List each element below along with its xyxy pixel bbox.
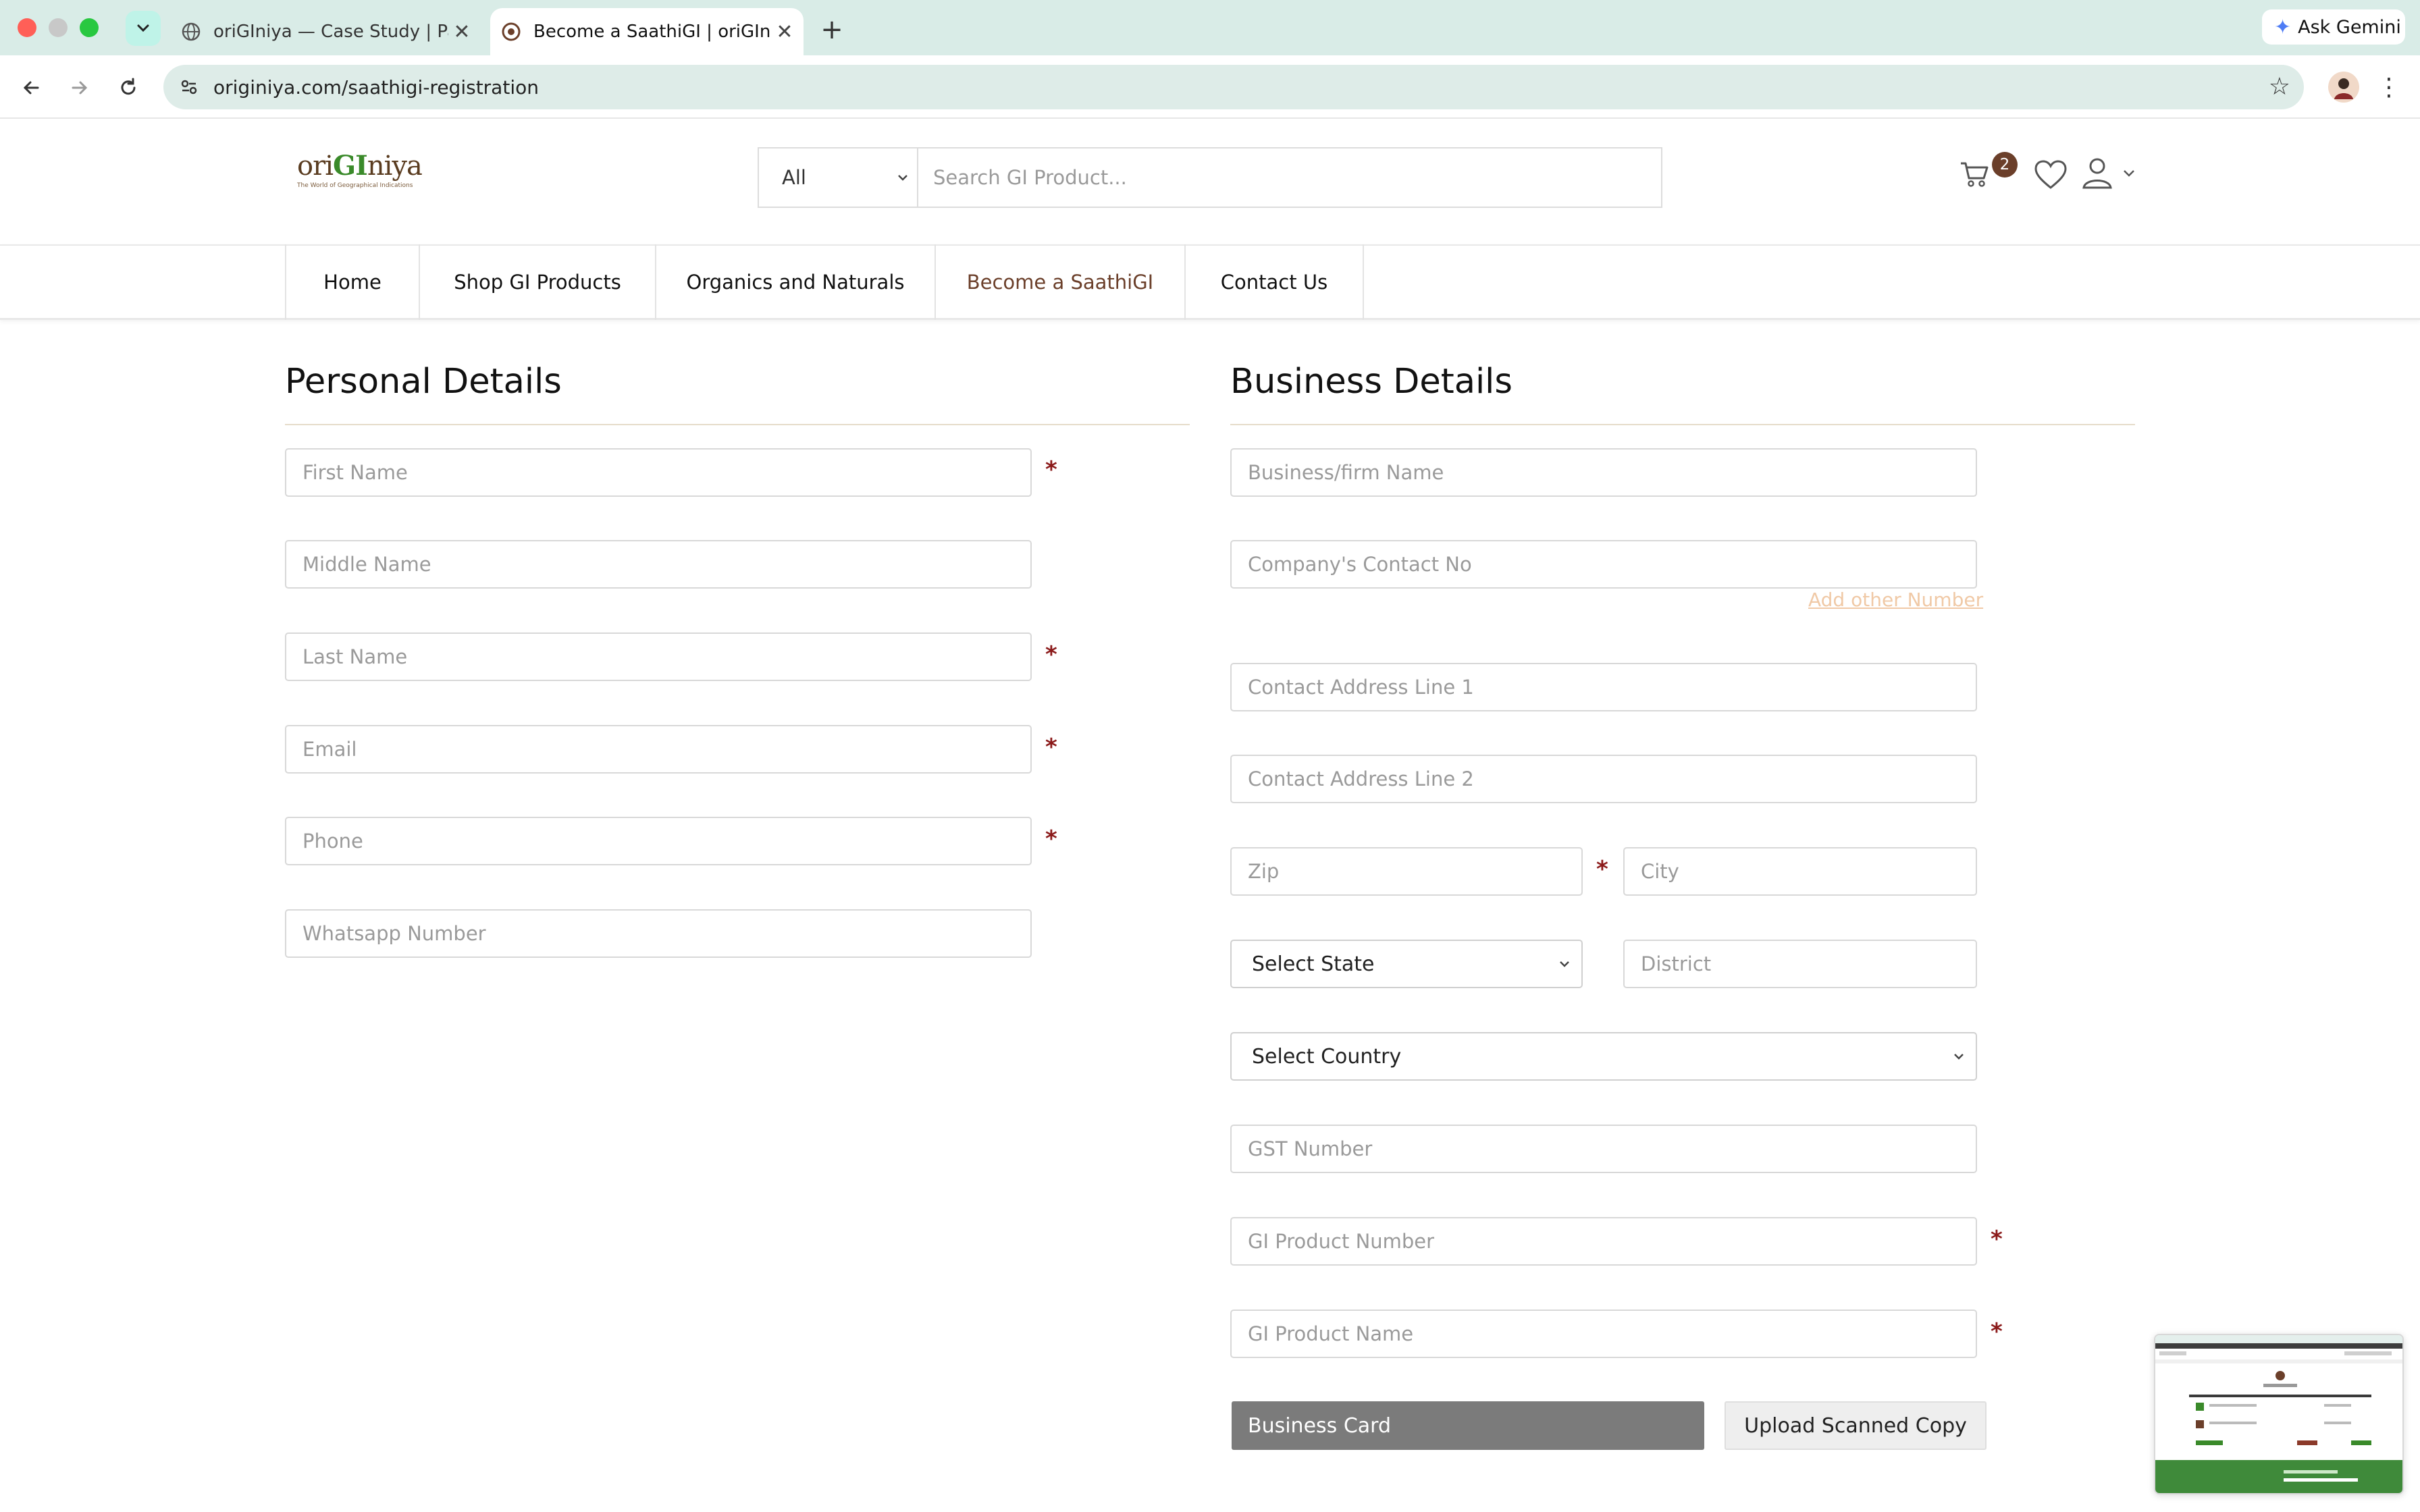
search-category-select[interactable]: All bbox=[758, 147, 917, 208]
state-select-value: Select State bbox=[1252, 952, 1375, 976]
section-divider bbox=[1230, 424, 2135, 425]
cart-count-badge: 2 bbox=[1992, 152, 2018, 178]
required-marker: * bbox=[1045, 456, 1057, 483]
close-tab-icon[interactable]: ✕ bbox=[771, 20, 798, 44]
logo-suffix: niya bbox=[367, 151, 423, 182]
chevron-down-icon bbox=[898, 175, 908, 181]
contact-address-line1-input[interactable] bbox=[1230, 663, 1977, 711]
new-tab-button[interactable]: + bbox=[816, 14, 848, 46]
nav-contact-us[interactable]: Contact Us bbox=[1184, 244, 1363, 320]
forward-button[interactable] bbox=[65, 73, 95, 103]
arrow-right-icon bbox=[72, 81, 88, 94]
globe-icon bbox=[182, 22, 201, 41]
gemini-sparkle-icon: ✦ bbox=[2274, 15, 2292, 39]
nav-organics-and-naturals[interactable]: Organics and Naturals bbox=[655, 244, 935, 320]
state-select[interactable]: Select State bbox=[1230, 940, 1583, 988]
required-marker: * bbox=[1045, 734, 1057, 761]
minimize-window-button[interactable] bbox=[49, 18, 68, 37]
city-input[interactable] bbox=[1623, 847, 1977, 896]
page-preview-thumbnail[interactable] bbox=[2154, 1334, 2404, 1494]
logo-highlight: GI bbox=[333, 150, 368, 182]
gi-product-number-input[interactable] bbox=[1230, 1217, 1977, 1266]
tab-title: oriGIniya — Case Study | Para bbox=[213, 22, 448, 42]
browser-menu-icon[interactable]: ⋮ bbox=[2377, 70, 2401, 104]
business-firm-name-input[interactable] bbox=[1230, 448, 1977, 497]
phone-input[interactable] bbox=[285, 817, 1032, 865]
reload-button[interactable] bbox=[113, 73, 143, 103]
contact-address-line2-input[interactable] bbox=[1230, 755, 1977, 803]
logo-prefix: ori bbox=[297, 151, 334, 182]
chevron-down-icon bbox=[1560, 961, 1569, 967]
back-button[interactable] bbox=[16, 73, 46, 103]
required-marker: * bbox=[1045, 641, 1057, 668]
chevron-down-icon bbox=[137, 24, 149, 32]
chevron-down-icon[interactable] bbox=[2120, 165, 2138, 182]
whatsapp-number-input[interactable] bbox=[285, 909, 1032, 958]
arrow-left-icon bbox=[23, 81, 39, 94]
ask-gemini-label: Ask Gemini bbox=[2298, 16, 2401, 38]
middle-name-input[interactable] bbox=[285, 540, 1032, 589]
reload-icon bbox=[121, 78, 136, 95]
personal-details-title: Personal Details bbox=[285, 362, 562, 402]
search-input[interactable] bbox=[917, 147, 1662, 208]
preview-image bbox=[2155, 1335, 2402, 1493]
add-other-number-link[interactable]: Add other Number bbox=[1808, 589, 1983, 611]
district-input[interactable] bbox=[1623, 940, 1977, 988]
close-tab-icon[interactable]: ✕ bbox=[448, 20, 475, 44]
url-text: originiya.com/saathigi-registration bbox=[213, 76, 539, 99]
chevron-down-icon bbox=[1954, 1054, 1964, 1060]
logo-tagline: The World of Geographical Indications bbox=[297, 182, 413, 189]
zip-input[interactable] bbox=[1230, 847, 1583, 896]
user-avatar-icon bbox=[2334, 78, 2353, 99]
section-divider bbox=[285, 424, 1190, 425]
last-name-input[interactable] bbox=[285, 632, 1032, 681]
required-marker: * bbox=[1596, 856, 1608, 883]
company-contact-number-input[interactable] bbox=[1230, 540, 1977, 589]
maximize-window-button[interactable] bbox=[80, 18, 99, 37]
country-select-value: Select Country bbox=[1252, 1044, 1402, 1069]
nav-become-saathigi[interactable]: Become a SaathiGI bbox=[935, 244, 1184, 320]
profile-avatar[interactable] bbox=[2328, 72, 2359, 103]
site-settings-icon[interactable] bbox=[177, 75, 201, 99]
ask-gemini-button[interactable]: ✦ Ask Gemini bbox=[2262, 9, 2405, 45]
gi-product-name-input[interactable] bbox=[1230, 1310, 1977, 1358]
upload-scanned-copy-button[interactable]: Upload Scanned Copy bbox=[1725, 1401, 1987, 1450]
required-marker: * bbox=[1991, 1318, 2003, 1345]
user-account-icon[interactable] bbox=[2080, 155, 2115, 190]
cart-icon[interactable] bbox=[1958, 157, 1992, 190]
browser-tab-become-saathigi[interactable]: Become a SaathiGI | oriGIniya ✕ bbox=[490, 8, 804, 55]
tab-search-button[interactable] bbox=[126, 11, 161, 46]
bookmark-star-icon[interactable]: ☆ bbox=[2269, 73, 2290, 101]
country-select[interactable]: Select Country bbox=[1230, 1032, 1977, 1081]
tab-title: Become a SaathiGI | oriGIniya bbox=[533, 22, 771, 42]
required-marker: * bbox=[1045, 826, 1057, 853]
site-logo[interactable]: oriGIniya The World of Geographical Indi… bbox=[297, 150, 423, 193]
business-card-field[interactable]: Business Card bbox=[1232, 1401, 1704, 1450]
business-details-title: Business Details bbox=[1230, 362, 1512, 402]
required-marker: * bbox=[1991, 1226, 2003, 1253]
browser-tab-case-study[interactable]: oriGIniya — Case Study | Para ✕ bbox=[170, 8, 481, 55]
nav-shop-gi-products[interactable]: Shop GI Products bbox=[419, 244, 655, 320]
nav-divider bbox=[1363, 244, 1364, 320]
nav-home[interactable]: Home bbox=[285, 244, 419, 320]
close-window-button[interactable] bbox=[18, 18, 36, 37]
address-bar[interactable]: originiya.com/saathigi-registration ☆ bbox=[163, 65, 2304, 109]
category-value: All bbox=[782, 166, 806, 189]
heart-icon[interactable] bbox=[2034, 159, 2068, 190]
email-input[interactable] bbox=[285, 725, 1032, 774]
originiya-favicon bbox=[502, 22, 521, 41]
gst-number-input[interactable] bbox=[1230, 1125, 1977, 1173]
first-name-input[interactable] bbox=[285, 448, 1032, 497]
